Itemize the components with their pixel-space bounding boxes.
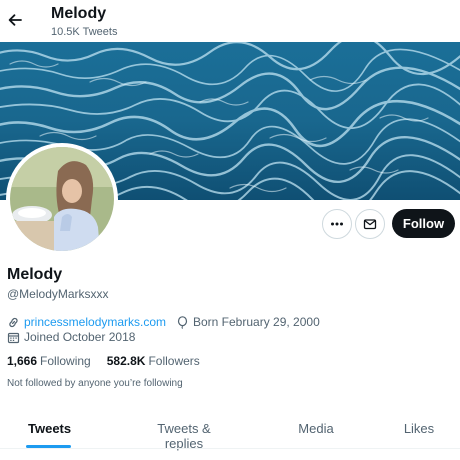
following-label: Following [40, 354, 91, 368]
tab-media[interactable]: Media [297, 421, 335, 445]
follow-button[interactable]: Follow [392, 209, 455, 238]
website-row: princessmelodymarks.com [7, 315, 166, 329]
following-count-link[interactable]: 1,666 Following [7, 354, 91, 368]
profile-handle: @MelodyMarksxxx [7, 287, 109, 301]
followers-label: Followers [148, 354, 200, 368]
tab-tweets[interactable]: Tweets [28, 421, 71, 445]
follow-counts: 1,666 Following 582.8K Followers [7, 354, 216, 368]
mutuals-note: Not followed by anyone you’re following [7, 378, 183, 389]
joined-row: Joined October 2018 [7, 330, 135, 344]
header-title: Melody [51, 5, 107, 22]
back-button[interactable] [4, 9, 26, 31]
balloon-icon [177, 315, 188, 329]
following-count: 1,666 [7, 354, 38, 368]
back-arrow-icon [8, 14, 22, 26]
website-link[interactable]: princessmelodymarks.com [24, 315, 166, 329]
more-dots-icon [331, 222, 343, 226]
profile-name: Melody [7, 266, 63, 283]
tabs-divider [0, 448, 460, 449]
link-icon [9, 317, 18, 327]
followers-count-link[interactable]: 582.8K Followers [107, 354, 200, 368]
mail-icon [363, 219, 377, 230]
avatar-photo [10, 147, 114, 251]
message-button[interactable] [355, 209, 385, 239]
birthday-row: Born February 29, 2000 [176, 315, 320, 329]
more-options-button[interactable] [322, 209, 352, 239]
joined-text: Joined October 2018 [24, 330, 136, 344]
birthday-text: Born February 29, 2000 [193, 315, 320, 329]
profile-avatar[interactable] [6, 143, 118, 255]
top-bar: Melody 10.5K Tweets [0, 0, 460, 42]
calendar-icon [7, 332, 20, 343]
tab-tweets-and-replies[interactable]: Tweets & replies [139, 421, 229, 451]
tab-likes[interactable]: Likes [402, 421, 436, 445]
followers-count: 582.8K [106, 354, 146, 368]
header-tweet-count: 10.5K Tweets [51, 26, 118, 38]
